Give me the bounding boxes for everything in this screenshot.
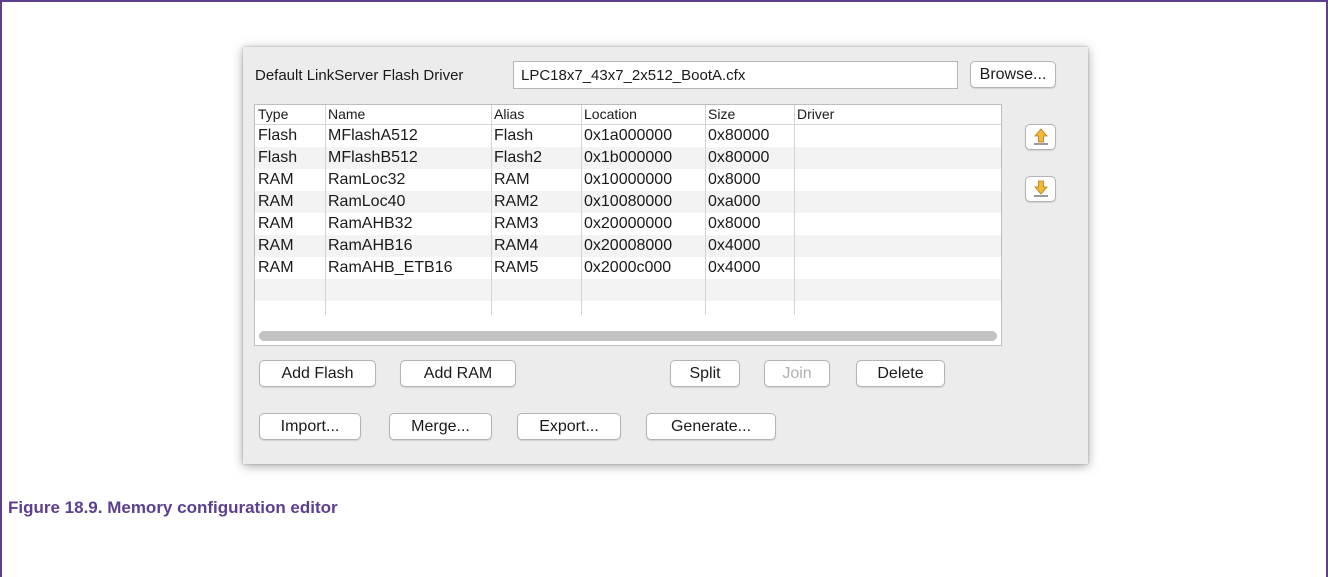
cell-type: RAM bbox=[258, 259, 294, 276]
column-header-size[interactable]: Size bbox=[705, 105, 794, 124]
cell-size: 0x80000 bbox=[708, 149, 770, 166]
memory-table[interactable]: Type Name Alias Location Size Driver Fla… bbox=[254, 104, 1002, 346]
table-row[interactable]: RAM RamAHB32 RAM3 0x20000000 0x8000 bbox=[255, 213, 1001, 235]
move-up-button[interactable] bbox=[1025, 124, 1056, 150]
browse-button[interactable]: Browse... bbox=[970, 61, 1056, 88]
cell-driver bbox=[794, 169, 994, 191]
memory-configuration-editor: Default LinkServer Flash Driver LPC18x7_… bbox=[243, 47, 1088, 464]
table-row[interactable]: RAM RamLoc40 RAM2 0x10080000 0xa000 bbox=[255, 191, 1001, 213]
add-flash-button[interactable]: Add Flash bbox=[259, 360, 376, 387]
cell-location: 0x1a000000 bbox=[584, 127, 673, 144]
column-divider bbox=[794, 105, 795, 315]
column-header-name[interactable]: Name bbox=[325, 105, 491, 124]
default-flash-driver-field[interactable]: LPC18x7_43x7_2x512_BootA.cfx bbox=[513, 61, 958, 89]
cell-name: RamAHB16 bbox=[328, 237, 413, 254]
cell-type: RAM bbox=[258, 215, 294, 232]
column-header-location[interactable]: Location bbox=[581, 105, 705, 124]
column-divider bbox=[325, 105, 326, 315]
cell-size: 0x80000 bbox=[708, 127, 770, 144]
table-row[interactable] bbox=[255, 279, 1001, 301]
cell-type: Flash bbox=[258, 127, 298, 144]
cell-type: RAM bbox=[258, 237, 294, 254]
table-body: Flash MFlashA512 Flash 0x1a000000 0x80000 Fla… bbox=[255, 125, 1001, 301]
table-header: Type Name Alias Location Size Driver bbox=[255, 105, 1001, 125]
cell-driver bbox=[794, 213, 994, 235]
table-row[interactable]: Flash MFlashB512 Flash2 0x1b000000 0x80000 bbox=[255, 147, 1001, 169]
cell-alias: RAM5 bbox=[494, 259, 539, 276]
cell-location: 0x10080000 bbox=[584, 193, 673, 210]
cell-name: RamAHB_ETB16 bbox=[328, 259, 453, 276]
column-divider bbox=[705, 105, 706, 315]
move-down-button[interactable] bbox=[1025, 176, 1056, 202]
cell-location: 0x10000000 bbox=[584, 171, 673, 188]
table-row[interactable]: Flash MFlashA512 Flash 0x1a000000 0x80000 bbox=[255, 125, 1001, 147]
cell-size: 0x4000 bbox=[708, 237, 761, 254]
column-divider bbox=[491, 105, 492, 315]
cell-name: RamLoc40 bbox=[328, 193, 406, 210]
table-row[interactable]: RAM RamLoc32 RAM 0x10000000 0x8000 bbox=[255, 169, 1001, 191]
cell-driver bbox=[794, 191, 994, 213]
cell-alias: Flash bbox=[494, 127, 534, 144]
cell-driver bbox=[794, 125, 994, 147]
figure-caption: Figure 18.9. Memory configuration editor bbox=[8, 498, 338, 517]
table-row[interactable]: RAM RamAHB_ETB16 RAM5 0x2000c000 0x4000 bbox=[255, 257, 1001, 279]
cell-type: RAM bbox=[258, 171, 294, 188]
cell-location: 0x1b000000 bbox=[584, 149, 673, 166]
cell-alias: RAM4 bbox=[494, 237, 539, 254]
delete-button[interactable]: Delete bbox=[856, 360, 945, 387]
default-flash-driver-label: Default LinkServer Flash Driver bbox=[255, 67, 464, 84]
column-divider bbox=[581, 105, 582, 315]
merge-button[interactable]: Merge... bbox=[389, 413, 492, 440]
add-ram-button[interactable]: Add RAM bbox=[400, 360, 516, 387]
cell-name: RamLoc32 bbox=[328, 171, 406, 188]
cell-driver bbox=[794, 257, 994, 279]
cell-alias: RAM bbox=[494, 171, 530, 188]
cell-name: MFlashA512 bbox=[328, 127, 418, 144]
split-button[interactable]: Split bbox=[670, 360, 740, 387]
cell-location: 0x20008000 bbox=[584, 237, 673, 254]
cell-alias: RAM2 bbox=[494, 193, 539, 210]
table-row[interactable]: RAM RamAHB16 RAM4 0x20008000 0x4000 bbox=[255, 235, 1001, 257]
horizontal-scrollbar[interactable] bbox=[259, 331, 997, 341]
cell-size: 0xa000 bbox=[708, 193, 761, 210]
cell-size: 0x8000 bbox=[708, 215, 761, 232]
column-header-alias[interactable]: Alias bbox=[491, 105, 581, 124]
column-header-driver[interactable]: Driver bbox=[794, 105, 994, 124]
cell-location: 0x20000000 bbox=[584, 215, 673, 232]
cell-type: RAM bbox=[258, 193, 294, 210]
join-button[interactable]: Join bbox=[764, 360, 830, 387]
cell-name: RamAHB32 bbox=[328, 215, 413, 232]
cell-driver bbox=[794, 235, 994, 257]
cell-alias: RAM3 bbox=[494, 215, 539, 232]
cell-size: 0x8000 bbox=[708, 171, 761, 188]
generate-button[interactable]: Generate... bbox=[646, 413, 776, 440]
column-header-type[interactable]: Type bbox=[255, 105, 325, 124]
cell-alias: Flash2 bbox=[494, 149, 543, 166]
cell-name: MFlashB512 bbox=[328, 149, 418, 166]
cell-driver bbox=[794, 147, 994, 169]
import-button[interactable]: Import... bbox=[259, 413, 361, 440]
cell-type: Flash bbox=[258, 149, 298, 166]
export-button[interactable]: Export... bbox=[517, 413, 621, 440]
cell-location: 0x2000c000 bbox=[584, 259, 672, 276]
cell-size: 0x4000 bbox=[708, 259, 761, 276]
